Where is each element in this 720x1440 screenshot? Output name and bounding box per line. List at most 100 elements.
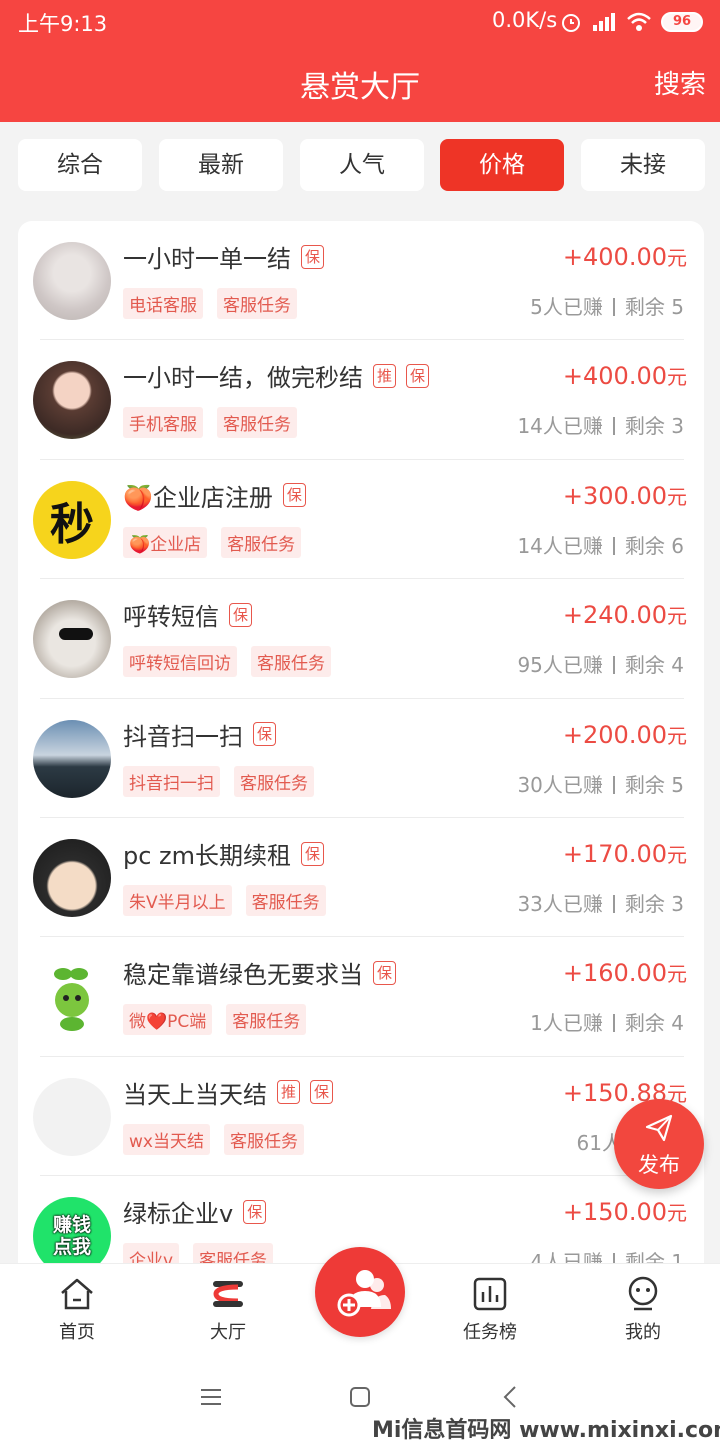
publish-button[interactable]: 发布 xyxy=(614,1099,704,1189)
app-header: 上午9:13 0.0K/s 96 悬赏大厅 搜索 xyxy=(0,0,720,122)
menu-icon[interactable] xyxy=(199,1385,223,1409)
home-square-icon[interactable] xyxy=(348,1385,372,1409)
task-price: +160.00元 xyxy=(563,958,687,987)
tab-price[interactable]: 价格 xyxy=(440,139,564,191)
task-list: 一小时一单一结 保 电话客服 客服任务 +400.00元 5人已赚 剩余 5 一小… xyxy=(18,221,704,1281)
task-title: 绿标企业v 保 xyxy=(123,1194,267,1229)
task-row[interactable]: 一小时一结，做完秒结 推 保 手机客服 客服任务 +400.00元 14人已赚剩… xyxy=(18,340,704,460)
back-icon[interactable] xyxy=(499,1385,523,1409)
price-value: +400.00 xyxy=(562,243,667,271)
task-title: 一小时一结，做完秒结 推 保 xyxy=(123,358,430,393)
nav-hall[interactable]: 大厅 xyxy=(178,1274,278,1344)
task-tags: 电话客服 客服任务 xyxy=(123,288,297,319)
price-value: +160.00 xyxy=(562,959,667,988)
task-row[interactable]: 呼转短信 保 呼转短信回访 客服任务 +240.00元 95人已赚 剩余 4 xyxy=(18,579,704,699)
task-row[interactable]: 当天上当天结 推 保 wx当天结 客服任务 +150.88元 61人已赚 xyxy=(18,1057,704,1177)
task-price: +200.00元 xyxy=(563,720,687,749)
guarantee-badge: 保 xyxy=(310,1080,334,1105)
group-add-icon xyxy=(337,1270,391,1317)
task-title: 稳定靠谱绿色无要求当 保 xyxy=(123,955,397,990)
watermark: Mi信息首码网 www.mixinxi.com xyxy=(372,1418,720,1440)
task-row[interactable]: 抖音扫一扫 保 抖音扫一扫 客服任务 +200.00元 30人已赚 剩余 5 xyxy=(18,699,704,818)
stats-separator xyxy=(612,536,615,555)
task-title-text: 抖音扫一扫 xyxy=(123,722,243,751)
chart-board-icon xyxy=(473,1277,507,1311)
stats-separator xyxy=(612,656,615,675)
nav-profile[interactable]: 我的 xyxy=(593,1274,693,1344)
remaining-count: 剩余 4 xyxy=(624,653,684,678)
guarantee-badge: 保 xyxy=(301,841,325,866)
avatar: 秒 xyxy=(33,480,111,559)
task-tag: 客服任务 xyxy=(221,526,302,558)
page-title: 悬赏大厅 xyxy=(300,70,420,105)
stats-separator xyxy=(612,1014,615,1033)
guarantee-badge: 保 xyxy=(243,1199,267,1224)
avatar xyxy=(33,242,111,320)
task-title: 一小时一单一结 保 xyxy=(123,239,325,274)
task-tags: wx当天结 客服任务 xyxy=(123,1123,304,1155)
task-tag: 手机客服 xyxy=(123,407,203,439)
remaining-count: 剩余 3 xyxy=(624,414,684,439)
status-time: 上午9:13 xyxy=(18,12,108,36)
stats-separator xyxy=(612,775,615,794)
avatar-text: 赚钱点我 xyxy=(52,1214,91,1259)
task-title-text: 一小时一单一结 xyxy=(123,245,291,273)
price-unit: 元 xyxy=(667,365,687,390)
price-value: +400.00 xyxy=(562,362,667,391)
remaining-count: 剩余 3 xyxy=(624,892,684,916)
tab-popular[interactable]: 人气 xyxy=(300,139,424,191)
task-title: 🍑企业店注册 保 xyxy=(123,478,306,513)
price-value: +200.00 xyxy=(562,720,667,749)
guarantee-badge: 保 xyxy=(253,722,277,747)
task-tag: 呼转短信回访 xyxy=(123,646,237,678)
task-row[interactable]: 秒 🍑企业店注册 保 🍑企业店 客服任务 +300.00元 14人已赚 剩余 6 xyxy=(18,460,704,580)
task-stats: 33人已赚 剩余 3 xyxy=(517,888,684,917)
price-value: +240.00 xyxy=(562,601,667,630)
remaining-count: 剩余 5 xyxy=(624,295,684,319)
task-title-text: 呼转短信 xyxy=(123,603,219,632)
price-unit: 元 xyxy=(667,604,687,629)
earned-count: 14人已赚 xyxy=(517,414,603,439)
task-title: pc zm长期续租 保 xyxy=(123,836,325,871)
task-row[interactable]: 一小时一单一结 保 电话客服 客服任务 +400.00元 5人已赚 剩余 5 xyxy=(18,221,704,341)
nav-home[interactable]: 首页 xyxy=(27,1274,127,1344)
earned-count: 33人已赚 xyxy=(517,892,603,916)
avatar xyxy=(33,361,111,440)
task-title: 当天上当天结 推 保 xyxy=(123,1075,334,1110)
task-row[interactable]: pc zm长期续租 保 朱V半月以上 客服任务 +170.00元 33人已赚 剩余… xyxy=(18,818,704,938)
task-tags: 抖音扫一扫 客服任务 xyxy=(123,765,314,797)
stats-separator xyxy=(612,417,615,436)
search-button[interactable]: 搜索 xyxy=(654,64,706,101)
task-price: +400.00元 xyxy=(563,361,687,390)
stats-separator xyxy=(612,298,615,316)
nav-ranking-label: 任务榜 xyxy=(463,1322,517,1343)
task-tags: 朱V半月以上 客服任务 xyxy=(123,885,326,916)
hall-icon xyxy=(213,1281,243,1307)
task-stats: 30人已赚 剩余 5 xyxy=(517,769,684,798)
task-stats: 14人已赚 剩余 6 xyxy=(517,530,684,559)
task-tag: 抖音扫一扫 xyxy=(123,765,220,797)
sunglasses-shape xyxy=(59,628,93,641)
task-stats: 5人已赚 剩余 5 xyxy=(530,291,684,320)
task-tags: 手机客服 客服任务 xyxy=(123,407,297,439)
tab-unclaimed[interactable]: 未接 xyxy=(581,139,705,191)
status-bar: 上午9:13 0.0K/s 96 xyxy=(0,0,720,44)
nav-ranking[interactable]: 任务榜 xyxy=(440,1274,540,1344)
tab-newest[interactable]: 最新 xyxy=(159,139,283,191)
center-action-button[interactable] xyxy=(315,1247,405,1337)
avatar xyxy=(33,1077,111,1156)
price-unit: 元 xyxy=(667,484,687,509)
task-title-text: 绿标企业v xyxy=(123,1200,234,1229)
task-row[interactable]: 稳定靠谱绿色无要求当 保 微❤️PC端 客服任务 +160.00元 1人已赚 剩余… xyxy=(18,937,704,1057)
task-title: 抖音扫一扫 保 xyxy=(123,717,277,752)
task-tag: 微❤️PC端 xyxy=(123,1004,213,1036)
tab-overall[interactable]: 综合 xyxy=(18,139,142,191)
price-unit: 元 xyxy=(667,1201,687,1226)
network-speed: 0.0K/s xyxy=(492,8,558,32)
price-unit: 元 xyxy=(667,843,687,867)
avatar xyxy=(33,839,111,917)
task-stats: 95人已赚 剩余 4 xyxy=(517,649,684,678)
remaining-count: 剩余 5 xyxy=(624,772,684,797)
stats-separator xyxy=(612,895,615,913)
task-tag: 客服任务 xyxy=(245,885,326,916)
